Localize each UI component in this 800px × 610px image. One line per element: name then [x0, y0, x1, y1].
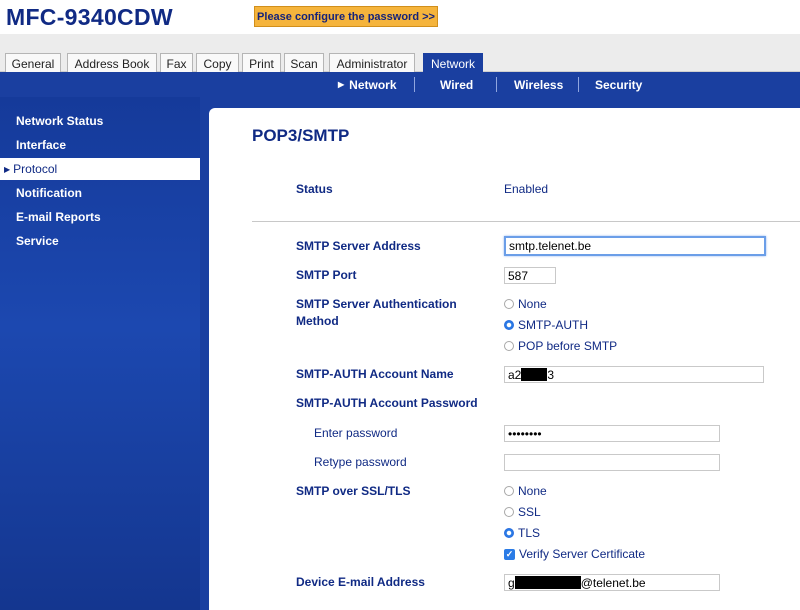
- status-label: Status: [296, 182, 333, 196]
- sidebar-item-protocol[interactable]: ▶ Protocol: [0, 158, 200, 180]
- divider: [252, 221, 800, 222]
- ssl-tls-label: SMTP over SSL/TLS: [296, 484, 411, 498]
- page-title: POP3/SMTP: [252, 126, 350, 145]
- tab-general[interactable]: General: [5, 53, 61, 73]
- subnav-network-label: Network: [349, 77, 397, 92]
- redaction-block: [514, 576, 581, 589]
- radio-unchecked-icon: [504, 341, 514, 351]
- tab-print[interactable]: Print: [242, 53, 281, 73]
- radio-unchecked-icon: [504, 299, 514, 309]
- ssl-radio-none[interactable]: None: [504, 484, 547, 498]
- sidebar-item-network-status[interactable]: Network Status: [16, 114, 103, 128]
- auth-smtp-auth-label: SMTP-AUTH: [518, 318, 588, 332]
- account-name-input[interactable]: a2 3: [504, 366, 764, 383]
- auth-method-label: SMTP Server Authentication Method: [296, 296, 457, 330]
- sidebar-item-email-reports[interactable]: E-mail Reports: [16, 210, 101, 224]
- arrow-right-icon: ▶: [338, 80, 345, 89]
- device-email-prefix: g: [508, 575, 515, 590]
- retype-password-label: Retype password: [314, 455, 407, 469]
- status-value: Enabled: [504, 182, 549, 196]
- device-email-label: Device E-mail Address: [296, 575, 425, 589]
- account-name-label: SMTP-AUTH Account Name: [296, 367, 454, 381]
- smtp-server-input[interactable]: smtp.telenet.be: [504, 236, 766, 256]
- subnav-network[interactable]: ▶ Network: [338, 72, 397, 97]
- subnav-wired[interactable]: Wired: [440, 72, 473, 97]
- smtp-port-input[interactable]: 587: [504, 267, 556, 284]
- tab-network[interactable]: Network: [423, 53, 483, 73]
- sidebar-item-interface[interactable]: Interface: [16, 138, 66, 152]
- radio-unchecked-icon: [504, 507, 514, 517]
- tab-administrator[interactable]: Administrator: [329, 53, 415, 73]
- subnav-divider: [414, 77, 415, 92]
- sidebar-item-protocol-label: Protocol: [13, 162, 58, 176]
- triangle-right-icon: ▶: [4, 164, 11, 174]
- device-email-input[interactable]: g @telenet.be: [504, 574, 720, 591]
- radio-unchecked-icon: [504, 486, 514, 496]
- subnav-divider: [496, 77, 497, 92]
- verify-cert-checkbox[interactable]: ✓ Verify Server Certificate: [504, 547, 645, 561]
- sidebar-item-service[interactable]: Service: [16, 234, 59, 248]
- radio-checked-icon: [504, 320, 514, 330]
- verify-cert-label: Verify Server Certificate: [519, 547, 646, 561]
- auth-method-label-line2: Method: [296, 314, 339, 328]
- tab-address-book[interactable]: Address Book: [67, 53, 157, 73]
- subnav-security[interactable]: Security: [595, 72, 642, 97]
- ssl-ssl-label: SSL: [518, 505, 541, 519]
- auth-pop-before-smtp-label: POP before SMTP: [518, 339, 618, 353]
- account-password-label: SMTP-AUTH Account Password: [296, 396, 478, 410]
- smtp-server-label: SMTP Server Address: [296, 239, 421, 253]
- sidebar-item-notification[interactable]: Notification: [16, 186, 82, 200]
- ssl-none-label: None: [518, 484, 547, 498]
- sub-navigation: [0, 72, 800, 97]
- subnav-divider: [578, 77, 579, 92]
- smtp-port-label: SMTP Port: [296, 268, 357, 282]
- enter-password-label: Enter password: [314, 426, 398, 440]
- auth-radio-none[interactable]: None: [504, 297, 547, 311]
- device-email-suffix: @telenet.be: [580, 575, 646, 590]
- auth-none-label: None: [518, 297, 547, 311]
- enter-password-input[interactable]: ••••••••: [504, 425, 720, 442]
- model-title: MFC-9340CDW: [6, 4, 173, 30]
- tab-copy[interactable]: Copy: [196, 53, 239, 73]
- auth-radio-pop-before-smtp[interactable]: POP before SMTP: [504, 339, 617, 353]
- account-name-prefix: a2: [508, 367, 522, 382]
- account-name-suffix: 3: [547, 367, 555, 382]
- auth-radio-smtp-auth[interactable]: SMTP-AUTH: [504, 318, 588, 332]
- configure-password-button[interactable]: Please configure the password >>: [254, 6, 438, 27]
- auth-method-label-line1: SMTP Server Authentication: [296, 297, 457, 311]
- ssl-radio-tls[interactable]: TLS: [504, 526, 540, 540]
- radio-checked-icon: [504, 528, 514, 538]
- ssl-radio-ssl[interactable]: SSL: [504, 505, 541, 519]
- checkmark-icon: ✓: [504, 548, 515, 560]
- ssl-tls-option-label: TLS: [518, 526, 541, 540]
- tab-fax[interactable]: Fax: [160, 53, 193, 73]
- redaction-block: [521, 368, 548, 381]
- retype-password-input[interactable]: [504, 454, 720, 471]
- tab-scan[interactable]: Scan: [284, 53, 324, 73]
- subnav-wireless[interactable]: Wireless: [514, 72, 563, 97]
